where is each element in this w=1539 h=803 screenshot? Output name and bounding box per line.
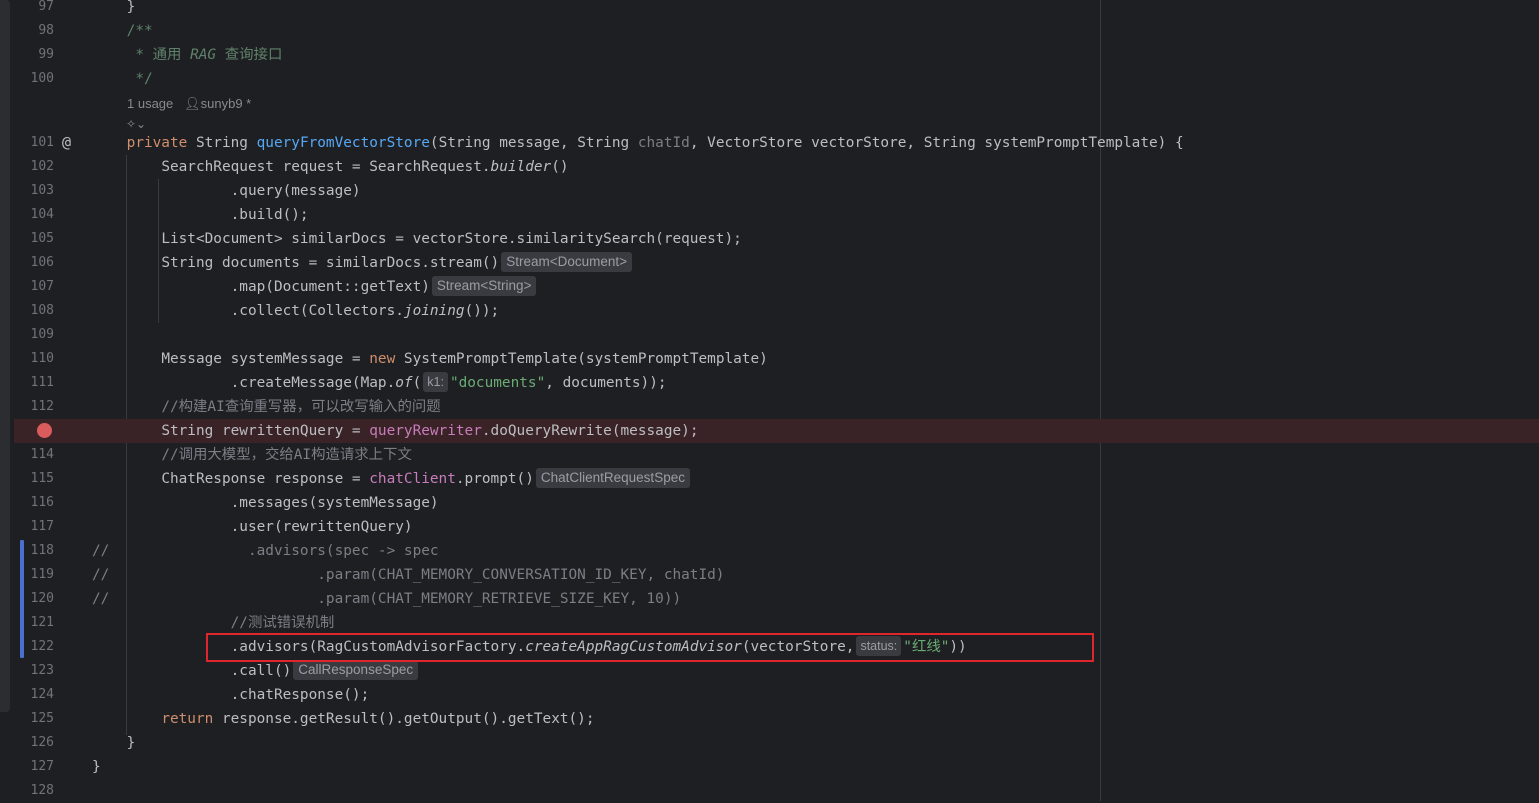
code-line-113[interactable]: String rewrittenQuery = queryRewriter.do… bbox=[92, 419, 698, 443]
usage-count[interactable]: 1 usage bbox=[127, 96, 173, 111]
line-number[interactable]: 98 bbox=[14, 19, 54, 43]
code-line-106[interactable]: String documents = similarDocs.stream() S… bbox=[92, 251, 634, 275]
line-number[interactable]: 119 bbox=[14, 563, 54, 587]
code-line-104[interactable]: .build(); bbox=[92, 203, 309, 227]
line-number[interactable]: 99 bbox=[14, 43, 54, 67]
code-line-118[interactable]: // .advisors(spec -> spec bbox=[92, 539, 439, 563]
code-line-123[interactable]: .call() CallResponseSpec bbox=[92, 659, 420, 683]
line-number[interactable]: 100 bbox=[14, 67, 54, 91]
breakpoint-icon[interactable] bbox=[37, 423, 52, 438]
line-number[interactable]: 117 bbox=[14, 515, 54, 539]
line-number[interactable]: 122 bbox=[14, 635, 54, 659]
line-number[interactable]: 109 bbox=[14, 323, 54, 347]
line-number[interactable]: 114 bbox=[14, 443, 54, 467]
code-line-127[interactable]: } bbox=[92, 755, 101, 779]
parameter-hint[interactable]: k1: bbox=[423, 372, 448, 392]
right-margin-guide bbox=[1100, 0, 1101, 801]
code-line-107[interactable]: .map(Document::getText) Stream<String> bbox=[92, 275, 538, 299]
line-number[interactable]: 127 bbox=[14, 755, 54, 779]
ai-assistant-icon[interactable]: ✧⌄ bbox=[126, 116, 146, 132]
type-hint[interactable]: ChatClientRequestSpec bbox=[535, 468, 690, 488]
line-number[interactable]: 103 bbox=[14, 179, 54, 203]
code-line-97[interactable]: } bbox=[92, 0, 136, 19]
type-hint[interactable]: Stream<String> bbox=[431, 276, 537, 296]
code-line-111[interactable]: .createMessage(Map.of(k1: "documents", do… bbox=[92, 371, 667, 395]
line-number[interactable]: 121 bbox=[14, 611, 54, 635]
code-line-121[interactable]: //测试错误机制 bbox=[92, 611, 335, 635]
code-line-110[interactable]: Message systemMessage = new SystemPrompt… bbox=[92, 347, 768, 371]
line-number[interactable]: 115 bbox=[14, 467, 54, 491]
code-line-117[interactable]: .user(rewrittenQuery) bbox=[92, 515, 413, 539]
type-hint[interactable]: Stream<Document> bbox=[501, 252, 633, 272]
code-line-116[interactable]: .messages(systemMessage) bbox=[92, 491, 439, 515]
code-line-125[interactable]: return response.getResult().getOutput().… bbox=[92, 707, 594, 731]
code-editor[interactable]: @ 97 98 99 100 101 102 103 104 105 106 107 108 109 11… bbox=[0, 0, 1539, 801]
breakpoint-gutter-highlight bbox=[14, 419, 92, 443]
line-number[interactable]: 123 bbox=[14, 659, 54, 683]
line-number[interactable]: 110 bbox=[14, 347, 54, 371]
code-line-114[interactable]: //调用大模型，交给AI构造请求上下文 bbox=[92, 443, 412, 467]
vertical-scrollbar[interactable] bbox=[0, 0, 10, 712]
line-number[interactable]: 124 bbox=[14, 683, 54, 707]
line-number[interactable]: 111 bbox=[14, 371, 54, 395]
author-icon: 👤︎ bbox=[184, 96, 201, 111]
line-number[interactable]: 116 bbox=[14, 491, 54, 515]
line-number[interactable]: 101 bbox=[14, 131, 54, 155]
code-line-101[interactable]: private String queryFromVectorStore(Stri… bbox=[92, 131, 1184, 155]
code-line-120[interactable]: // .param(CHAT_MEMORY_RETRIEVE_SIZE_KEY,… bbox=[92, 587, 681, 611]
code-line-112[interactable]: //构建AI查询重写器，可以改写输入的问题 bbox=[92, 395, 440, 419]
line-number[interactable]: 102 bbox=[14, 155, 54, 179]
line-number[interactable]: 125 bbox=[14, 707, 54, 731]
line-number[interactable]: 105 bbox=[14, 227, 54, 251]
code-line-108[interactable]: .collect(Collectors.joining()); bbox=[92, 299, 500, 323]
at-sign-icon[interactable]: @ bbox=[58, 134, 75, 151]
line-number[interactable]: 106 bbox=[14, 251, 54, 275]
code-line-105[interactable]: List<Document> similarDocs = vectorStore… bbox=[92, 227, 741, 251]
code-line-119[interactable]: // .param(CHAT_MEMORY_CONVERSATION_ID_KE… bbox=[92, 563, 724, 587]
code-line-98[interactable]: /** bbox=[92, 19, 153, 43]
usage-inlay[interactable]: 1 usage 👤︎sunyb9 * bbox=[127, 94, 251, 114]
line-number[interactable]: 126 bbox=[14, 731, 54, 755]
code-line-102[interactable]: SearchRequest request = SearchRequest.bu… bbox=[92, 155, 568, 179]
code-line-115[interactable]: ChatResponse response = chatClient.promp… bbox=[92, 467, 692, 491]
code-line-100[interactable]: */ bbox=[92, 67, 152, 91]
line-number[interactable]: 128 bbox=[14, 779, 54, 803]
line-number[interactable]: 112 bbox=[14, 395, 54, 419]
code-line-99[interactable]: * 通用 RAG 查询接口 bbox=[92, 43, 282, 67]
type-hint[interactable]: CallResponseSpec bbox=[293, 660, 419, 680]
code-line-126[interactable]: } bbox=[92, 731, 136, 755]
line-number[interactable]: 107 bbox=[14, 275, 54, 299]
line-number[interactable]: 108 bbox=[14, 299, 54, 323]
author-name[interactable]: sunyb9 * bbox=[201, 96, 252, 111]
code-line-124[interactable]: .chatResponse(); bbox=[92, 683, 370, 707]
line-number[interactable]: 104 bbox=[14, 203, 54, 227]
code-line-103[interactable]: .query(message) bbox=[92, 179, 361, 203]
line-number[interactable]: 118 bbox=[14, 539, 54, 563]
annotation-highlight-box bbox=[206, 633, 1094, 662]
line-number[interactable]: 97 bbox=[14, 0, 54, 19]
line-number[interactable]: 120 bbox=[14, 587, 54, 611]
